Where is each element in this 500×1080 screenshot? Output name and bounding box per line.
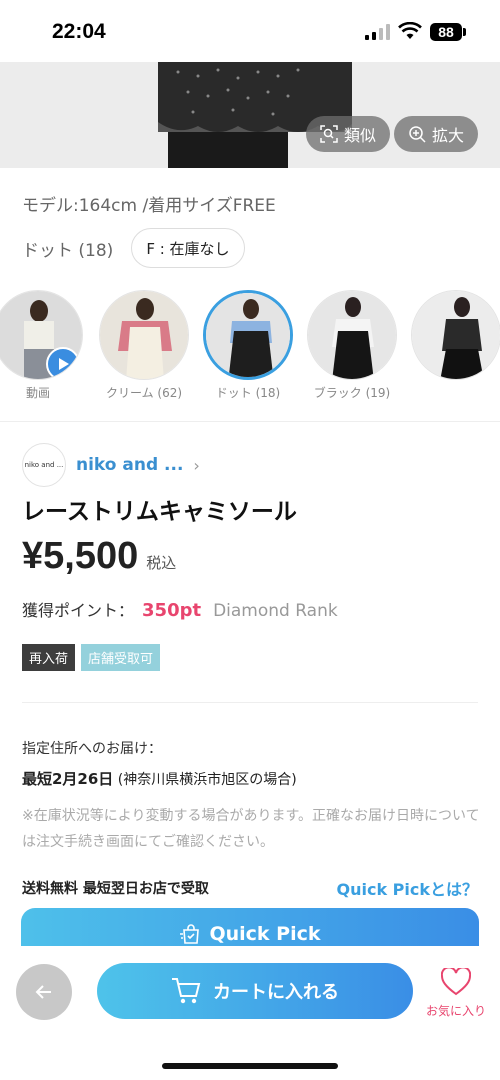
points-row: 獲得ポイント： 350pt Diamond Rank	[22, 597, 338, 621]
tax-label: 税込	[146, 554, 177, 572]
color-swatches: 動画 クリーム (62) ドット (18) ブラック (19)	[0, 290, 500, 405]
shopping-bag-icon	[180, 924, 200, 944]
swatch-video[interactable]: 動画	[0, 290, 84, 401]
delivery-date-value: 最短2月26日	[22, 770, 114, 788]
points-value: 350pt	[142, 600, 202, 621]
price: ¥5,500	[22, 535, 139, 577]
product-title: レーストリムキャミソール	[22, 499, 297, 525]
cart-label: カートに入れる	[213, 982, 339, 1003]
cellular-signal-icon	[365, 24, 390, 40]
battery-tip	[463, 28, 466, 36]
swatch-extra-thumb	[411, 290, 500, 380]
swatch-black-thumb	[307, 290, 397, 380]
zoom-in-icon	[409, 126, 426, 143]
shipping-row: 送料無料 最短翌日お店で受取 Quick Pickとは？	[22, 876, 478, 900]
arrow-left-icon	[35, 985, 51, 999]
status-time: 22:04	[52, 20, 106, 43]
status-bar: 22:04 88	[0, 0, 500, 62]
favorite-button[interactable]: お気に入り	[420, 966, 492, 1019]
member-rank: Diamond Rank	[213, 601, 338, 621]
delivery-note: ※在庫状況等により変動する場合があります。正確なお届け日時については注文手続き画…	[22, 808, 480, 850]
tag-store-pickup: 店舗受取可	[81, 644, 161, 671]
quick-pick-info-link[interactable]: Quick Pickとは？	[336, 876, 478, 900]
brand-logo: niko and ...	[22, 443, 66, 487]
zoom-button[interactable]: 拡大	[394, 116, 479, 152]
swatch-extra[interactable]	[410, 290, 500, 384]
swatch-label: ドット (18)	[215, 386, 281, 400]
delivery-date-note: (神奈川県横浜市旭区の場合)	[117, 772, 297, 788]
swatch-label: 動画	[25, 386, 50, 400]
play-icon	[46, 347, 80, 379]
shipping-text: 送料無料 最短翌日お店で受取	[22, 881, 209, 897]
bottom-action-bar: カートに入れる お気に入り	[0, 946, 500, 1080]
product-image[interactable]: 類似 拡大	[0, 62, 500, 168]
swatch-black[interactable]: ブラック (19)	[306, 290, 398, 401]
points-label: 獲得ポイント：	[22, 601, 135, 620]
quick-pick-label: Quick Pick	[209, 923, 321, 945]
model-info: モデル:164cm /着用サイズFREE	[22, 196, 276, 216]
selected-variant: ドット (18)	[22, 240, 114, 261]
home-indicator	[162, 1063, 338, 1069]
swatch-video-thumb	[0, 290, 83, 380]
back-button[interactable]	[16, 964, 72, 1020]
delivery-label: 指定住所へのお届け：	[22, 741, 162, 757]
swatch-dot-thumb	[203, 290, 293, 380]
brand-name: niko and ...	[76, 455, 184, 475]
battery-indicator: 88	[430, 23, 462, 41]
similar-button[interactable]: 類似	[306, 116, 391, 152]
swatch-label: クリーム (62)	[105, 386, 183, 400]
tag-restock: 再入荷	[22, 644, 76, 671]
variant-row: ドット (18) F : 在庫なし	[22, 228, 245, 268]
swatch-dot[interactable]: ドット (18)	[202, 290, 294, 401]
size-chip[interactable]: F : 在庫なし	[131, 228, 245, 268]
product-tags: 再入荷 店舗受取可	[22, 644, 161, 671]
price-row: ¥5,500 税込	[22, 535, 176, 578]
section-divider	[22, 702, 478, 703]
chevron-right-icon: ›	[193, 455, 200, 475]
swatch-cream[interactable]: クリーム (62)	[98, 290, 190, 401]
delivery-date: 最短2月26日 (神奈川県横浜市旭区の場合)	[22, 768, 297, 789]
add-to-cart-button[interactable]: カートに入れる	[97, 963, 413, 1019]
similar-label: 類似	[344, 126, 377, 145]
swatch-cream-thumb	[99, 290, 189, 380]
similar-search-icon	[320, 125, 338, 143]
zoom-label: 拡大	[432, 126, 465, 145]
favorite-label: お気に入り	[425, 1004, 486, 1018]
brand-link[interactable]: niko and ... niko and ... ›	[22, 443, 200, 487]
wifi-icon	[398, 22, 422, 39]
garment-image	[158, 62, 352, 168]
heart-icon	[440, 966, 472, 996]
cart-icon	[172, 978, 201, 1004]
section-divider	[0, 421, 500, 422]
swatch-label: ブラック (19)	[313, 386, 391, 400]
